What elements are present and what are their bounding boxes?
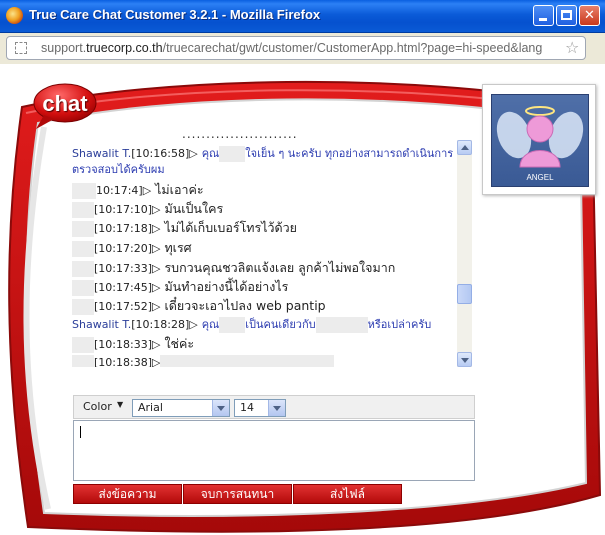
redacted-name: [72, 336, 94, 353]
chat-logo: chat: [32, 83, 98, 131]
scroll-down-button[interactable]: [457, 352, 472, 367]
chevron-down-icon: [217, 406, 225, 411]
scroll-up-button[interactable]: [457, 140, 472, 155]
message-text: ตรวจสอบได้ครับผม: [72, 163, 165, 176]
chat-message: [10:17:52]▷ เดี๋ยวจะเอาไปลง web pantip: [72, 297, 326, 315]
timestamp: [10:17:18]▷: [94, 222, 161, 235]
font-size-value: 14: [240, 401, 254, 414]
chevron-down-icon: [273, 406, 281, 411]
font-size-select[interactable]: 14: [234, 399, 286, 417]
close-icon: ✕: [584, 8, 595, 23]
format-toolbar: Color ▼ Arial 14: [73, 395, 475, 419]
url-domain: truecorp.co.th: [86, 41, 163, 55]
send-message-button[interactable]: ส่งข้อความ: [73, 484, 182, 504]
chat-page: chat ANGEL ........................ Shaw…: [0, 65, 605, 535]
minimize-icon: [539, 18, 547, 21]
message-text: คุณ: [201, 147, 220, 160]
timestamp: [10:17:45]▷: [94, 281, 161, 294]
redacted-name: [219, 145, 246, 162]
color-picker-label[interactable]: Color: [83, 400, 112, 413]
color-dropdown-icon[interactable]: ▼: [117, 400, 123, 409]
chat-message: [10:18:38]▷: [72, 353, 335, 367]
timestamp: 10:17:4]▷: [96, 184, 152, 197]
timestamp: [10:17:10]▷: [94, 203, 161, 216]
size-dropdown-button[interactable]: [268, 400, 285, 416]
font-family-select[interactable]: Arial: [132, 399, 230, 417]
window-title: True Care Chat Customer 3.2.1 - Mozilla …: [29, 7, 321, 22]
timestamp: [10:18:38]▷: [94, 356, 161, 367]
maximize-icon: [561, 10, 572, 20]
redacted-name: [72, 298, 94, 315]
message-text: ไม่ได้เก็บเบอร์โทรไว้ด้วย: [164, 220, 298, 235]
chat-scrollbar[interactable]: [457, 140, 472, 367]
redacted-name: [72, 220, 94, 237]
sender-name: Shawalit T.: [72, 147, 132, 160]
scroll-thumb[interactable]: [457, 284, 472, 304]
avatar-image: ANGEL: [491, 94, 589, 187]
window-titlebar: True Care Chat Customer 3.2.1 - Mozilla …: [0, 0, 605, 33]
maximize-button[interactable]: [556, 5, 577, 26]
chat-message: [10:18:33]▷ ใช่ค่ะ: [72, 335, 194, 353]
message-text: รบกวนคุณชวลิตแจ้งเลย ลูกค้าไม่พอใจมาก: [164, 260, 396, 275]
chat-message: [10:17:20]▷ ทุเรศ: [72, 239, 192, 257]
chat-message: [10:17:18]▷ ไม่ได้เก็บเบอร์โทรไว้ด้วย: [72, 219, 297, 237]
end-chat-button[interactable]: จบการสนทนา: [183, 484, 292, 504]
message-text: ใช่ค่ะ: [164, 336, 195, 351]
chat-message-continued: ตรวจสอบได้ครับผม: [72, 160, 165, 178]
close-button[interactable]: ✕: [579, 5, 600, 26]
message-text: มันเป็นใคร: [164, 201, 224, 216]
send-file-button[interactable]: ส่งไฟล์: [293, 484, 402, 504]
arrow-up-icon: [461, 145, 469, 150]
address-bar: support.truecorp.co.th/truecarechat/gwt/…: [0, 33, 605, 64]
message-input[interactable]: [73, 420, 475, 481]
chat-message: [10:17:10]▷ มันเป็นใคร: [72, 200, 223, 218]
arrow-down-icon: [461, 358, 469, 363]
font-family-value: Arial: [138, 401, 163, 414]
sender-name: Shawalit T.: [72, 318, 132, 331]
url-text: support.truecorp.co.th/truecarechat/gwt/…: [41, 41, 561, 55]
message-text: ใจเย็น ๆ นะครับ ทุกอย่างสามารถดำเนินการ: [245, 147, 454, 160]
message-text: มันทำอย่างนี้ได้อย่างไร: [164, 279, 289, 294]
chat-log: ........................ Shawalit T.[10:…: [72, 133, 473, 367]
redacted-name: [72, 279, 94, 296]
redacted-name: [315, 316, 368, 333]
avatar-caption: ANGEL: [526, 173, 554, 182]
log-dots: ........................: [182, 133, 298, 141]
message-text: ไม่เอาค่ะ: [155, 182, 204, 197]
chat-message: [10:17:45]▷ มันทำอย่างนี้ได้อย่างไร: [72, 278, 288, 296]
message-text: หรือเปล่าครับ: [367, 318, 432, 331]
text-caret: [80, 426, 81, 438]
url-prefix: support.: [41, 41, 87, 55]
chat-message: Shawalit T.[10:18:28]▷ คุณ เป็นคนเดียวกับ…: [72, 315, 431, 333]
redacted-name: [219, 316, 246, 333]
redacted-text: [160, 354, 335, 367]
chat-message: [10:17:33]▷ รบกวนคุณชวลิตแจ้งเลย ลูกค้าไ…: [72, 259, 395, 277]
redacted-name: [72, 260, 94, 277]
redacted-name: [72, 182, 96, 199]
url-path: /truecarechat/gwt/customer/CustomerApp.h…: [162, 41, 543, 55]
page-icon: [15, 42, 27, 54]
timestamp: [10:17:33]▷: [94, 262, 161, 275]
bookmark-star-icon[interactable]: ☆: [565, 38, 579, 57]
redacted-name: [72, 201, 94, 218]
redacted-name: [72, 354, 94, 367]
timestamp: [10:17:52]▷: [94, 300, 161, 313]
action-buttons: ส่งข้อความ จบการสนทนา ส่งไฟล์: [73, 484, 403, 504]
message-text: ทุเรศ: [164, 240, 192, 255]
chat-message: 10:17:4]▷ ไม่เอาค่ะ: [72, 181, 204, 199]
url-field[interactable]: support.truecorp.co.th/truecarechat/gwt/…: [6, 36, 586, 60]
timestamp: [10:17:20]▷: [94, 242, 161, 255]
minimize-button[interactable]: [533, 5, 554, 26]
firefox-icon: [6, 7, 23, 24]
message-text: เป็นคนเดียวกับ: [245, 318, 316, 331]
timestamp: [10:18:33]▷: [94, 338, 161, 351]
redacted-name: [72, 240, 94, 257]
logo-text: chat: [42, 91, 88, 116]
font-dropdown-button[interactable]: [212, 400, 229, 416]
message-text: เดี๋ยวจะเอาไปลง web pantip: [164, 298, 326, 313]
timestamp: [10:18:28]▷: [131, 318, 198, 331]
agent-avatar: ANGEL: [482, 84, 596, 195]
message-text: คุณ: [201, 318, 220, 331]
